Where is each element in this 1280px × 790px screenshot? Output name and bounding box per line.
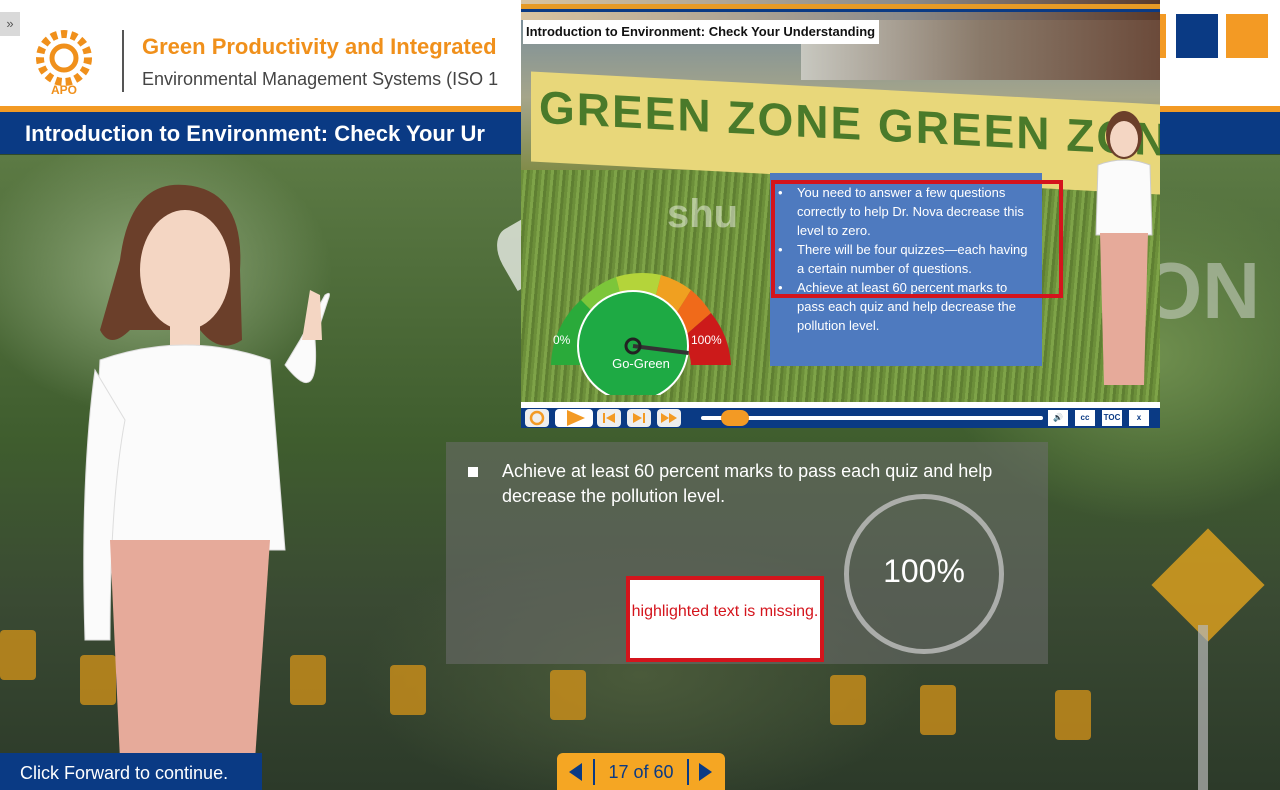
- bullet-marker: [468, 467, 478, 477]
- presenter-character: [83, 184, 330, 760]
- seek-track[interactable]: [701, 416, 1043, 420]
- video-presenter: [1095, 111, 1153, 385]
- replay-icon: [529, 410, 545, 426]
- chevron-sign: [390, 665, 426, 715]
- play-icon: [567, 410, 585, 426]
- content-panel: Achieve at least 60 percent marks to pas…: [446, 442, 1048, 664]
- apo-logo: APO: [36, 30, 92, 96]
- progress-label: 100%: [883, 553, 965, 589]
- accent-square: [1176, 14, 1218, 58]
- video-frame: GREEN ZONE GREEN ZONE shu 0% 100% Go-Gre…: [521, 20, 1160, 428]
- close-button[interactable]: x: [1129, 410, 1149, 426]
- skip-back-icon: [603, 413, 615, 423]
- expand-sidebar-button[interactable]: »: [0, 12, 20, 36]
- skip-forward-icon: [633, 413, 645, 423]
- pager-separator: [687, 759, 689, 785]
- replay-button[interactable]: [525, 409, 549, 427]
- next-slide-button[interactable]: [699, 763, 712, 781]
- previous-chapter-button[interactable]: [597, 409, 621, 427]
- play-button[interactable]: [555, 409, 593, 427]
- course-subtitle: Environmental Management Systems (ISO 1: [142, 69, 499, 89]
- logo-text: APO: [51, 83, 77, 96]
- next-chapter-button[interactable]: [627, 409, 651, 427]
- gauge-graphic: [551, 273, 731, 402]
- seek-handle[interactable]: [721, 410, 750, 426]
- fast-forward-button[interactable]: [657, 409, 681, 427]
- page-counter: 17 of 60: [608, 762, 674, 782]
- video-title: Introduction to Environment: Check Your …: [523, 20, 880, 44]
- chevron-sign: [920, 685, 956, 735]
- captions-button[interactable]: cc: [1075, 410, 1095, 426]
- volume-button[interactable]: 🔊: [1048, 410, 1068, 426]
- header-divider: [122, 30, 124, 92]
- bullet-text: Achieve at least 60 percent marks to pas…: [502, 461, 993, 506]
- slide-title: Introduction to Environment: Check Your …: [25, 121, 485, 146]
- gauge-min-label: 0%: [553, 333, 571, 347]
- fast-forward-icon: [661, 413, 677, 423]
- pager-separator: [593, 759, 595, 785]
- banner-text: GREEN ZONE GREEN ZONE: [539, 80, 1160, 168]
- chevron-sign: [0, 630, 36, 680]
- chevron-sign: [1055, 690, 1091, 740]
- progress-ring: 100%: [844, 494, 1004, 654]
- gauge-center-label: Go-Green: [612, 356, 670, 371]
- previous-slide-button[interactable]: [569, 763, 582, 781]
- road-sign: [1151, 528, 1265, 642]
- sign-post: [1198, 625, 1208, 790]
- gauge-max-label: 100%: [691, 333, 722, 347]
- player-controls: 🔊 cc TOC x: [521, 408, 1160, 428]
- slide-pager: 17 of 60: [557, 753, 725, 790]
- course-title: Green Productivity and Integrated: [142, 34, 497, 59]
- chevron-sign: [550, 670, 586, 720]
- pollution-gauge: 0% 100% Go-Green: [541, 255, 741, 402]
- continue-hint: Click Forward to continue.: [0, 753, 262, 790]
- chevron-sign: [830, 675, 866, 725]
- video-navy-line: [521, 9, 1160, 12]
- watermark-ghost: shu: [667, 192, 739, 236]
- video-player[interactable]: GREEN ZONE GREEN ZONE shu 0% 100% Go-Gre…: [521, 0, 1160, 428]
- video-top-strip: [521, 0, 1160, 20]
- review-note: highlighted text is missing.: [626, 576, 824, 662]
- highlight-box: [771, 180, 1063, 298]
- toc-button[interactable]: TOC: [1102, 410, 1122, 426]
- accent-square: [1226, 14, 1268, 58]
